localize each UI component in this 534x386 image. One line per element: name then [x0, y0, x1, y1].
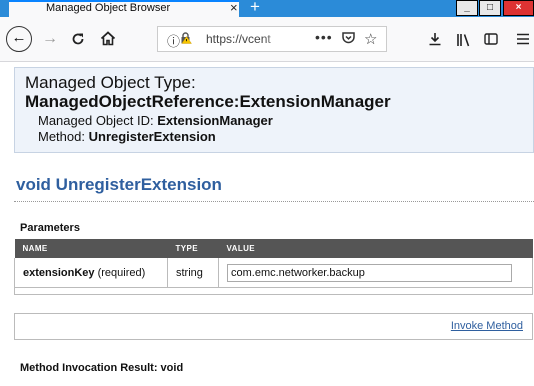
column-header-type: TYPE: [167, 239, 219, 258]
insecure-lock-icon[interactable]: [180, 32, 192, 44]
info-icon[interactable]: ⓘ: [167, 31, 180, 50]
library-icon[interactable]: [456, 26, 472, 52]
url-fade: [263, 29, 289, 49]
parameters-heading: Parameters: [20, 222, 80, 234]
tab-close-icon[interactable]: ×: [230, 0, 238, 16]
extension-key-input[interactable]: [227, 263, 512, 282]
home-icon[interactable]: [100, 26, 116, 52]
reload-icon[interactable]: [71, 26, 85, 52]
back-arrow-icon[interactable]: ←: [6, 26, 32, 52]
method-signature: void UnregisterExtension: [16, 175, 222, 194]
object-id-line: Managed Object ID: ExtensionManager: [38, 113, 273, 128]
method-line: Method: UnregisterExtension: [38, 129, 216, 144]
parameters-table: NAME TYPE VALUE extensionKey (required) …: [14, 239, 533, 295]
method-label: Method:: [38, 129, 85, 144]
pocket-icon[interactable]: [342, 31, 355, 47]
param-qualifier: (required): [97, 266, 146, 279]
title-bar: Managed Object Browser × + _ □ ×: [0, 0, 534, 17]
page-content: Managed Object Type: ManagedObjectRefere…: [0, 62, 534, 386]
spacer-cell: [14, 287, 533, 295]
column-header-value: VALUE: [218, 239, 533, 258]
page-actions-icon[interactable]: •••: [315, 29, 333, 45]
address-bar[interactable]: ⓘ https://vcent ••• ☆: [157, 26, 387, 52]
maximize-button[interactable]: □: [479, 0, 501, 16]
invoke-box: Invoke Method: [14, 313, 533, 340]
object-type-value: ManagedObjectReference:ExtensionManager: [25, 92, 391, 111]
close-window-button[interactable]: ×: [503, 0, 534, 16]
object-id-label: Managed Object ID:: [38, 113, 154, 128]
browser-tab[interactable]: Managed Object Browser ×: [9, 0, 239, 17]
table-row: extensionKey (required) string: [14, 258, 533, 288]
invoke-method-link[interactable]: Invoke Method: [451, 320, 523, 332]
minimize-button[interactable]: _: [456, 0, 478, 16]
sidebar-toggle-icon[interactable]: [484, 26, 498, 52]
object-id-value: ExtensionManager: [157, 113, 273, 128]
bookmark-star-icon[interactable]: ☆: [364, 30, 377, 48]
invocation-result-heading: Method Invocation Result: void: [20, 362, 184, 374]
param-name: extensionKey: [23, 266, 95, 279]
forward-arrow-icon[interactable]: →: [42, 26, 58, 52]
method-value: UnregisterExtension: [88, 129, 216, 144]
param-value-cell: [218, 258, 533, 288]
tab-title: Managed Object Browser: [46, 2, 171, 14]
section-divider: [14, 201, 534, 202]
param-name-cell: extensionKey (required): [14, 258, 168, 288]
table-spacer-row: [14, 287, 533, 295]
param-type: string: [167, 258, 219, 288]
new-tab-button[interactable]: +: [250, 0, 260, 16]
download-icon[interactable]: [428, 26, 442, 52]
object-header: Managed Object Type: ManagedObjectRefere…: [14, 67, 534, 153]
navigation-toolbar: ← → ⓘ https://vcent ••• ☆: [0, 17, 534, 62]
column-header-name: NAME: [14, 239, 168, 258]
object-type-label: Managed Object Type:: [25, 73, 196, 92]
hamburger-menu-icon[interactable]: [516, 26, 530, 52]
